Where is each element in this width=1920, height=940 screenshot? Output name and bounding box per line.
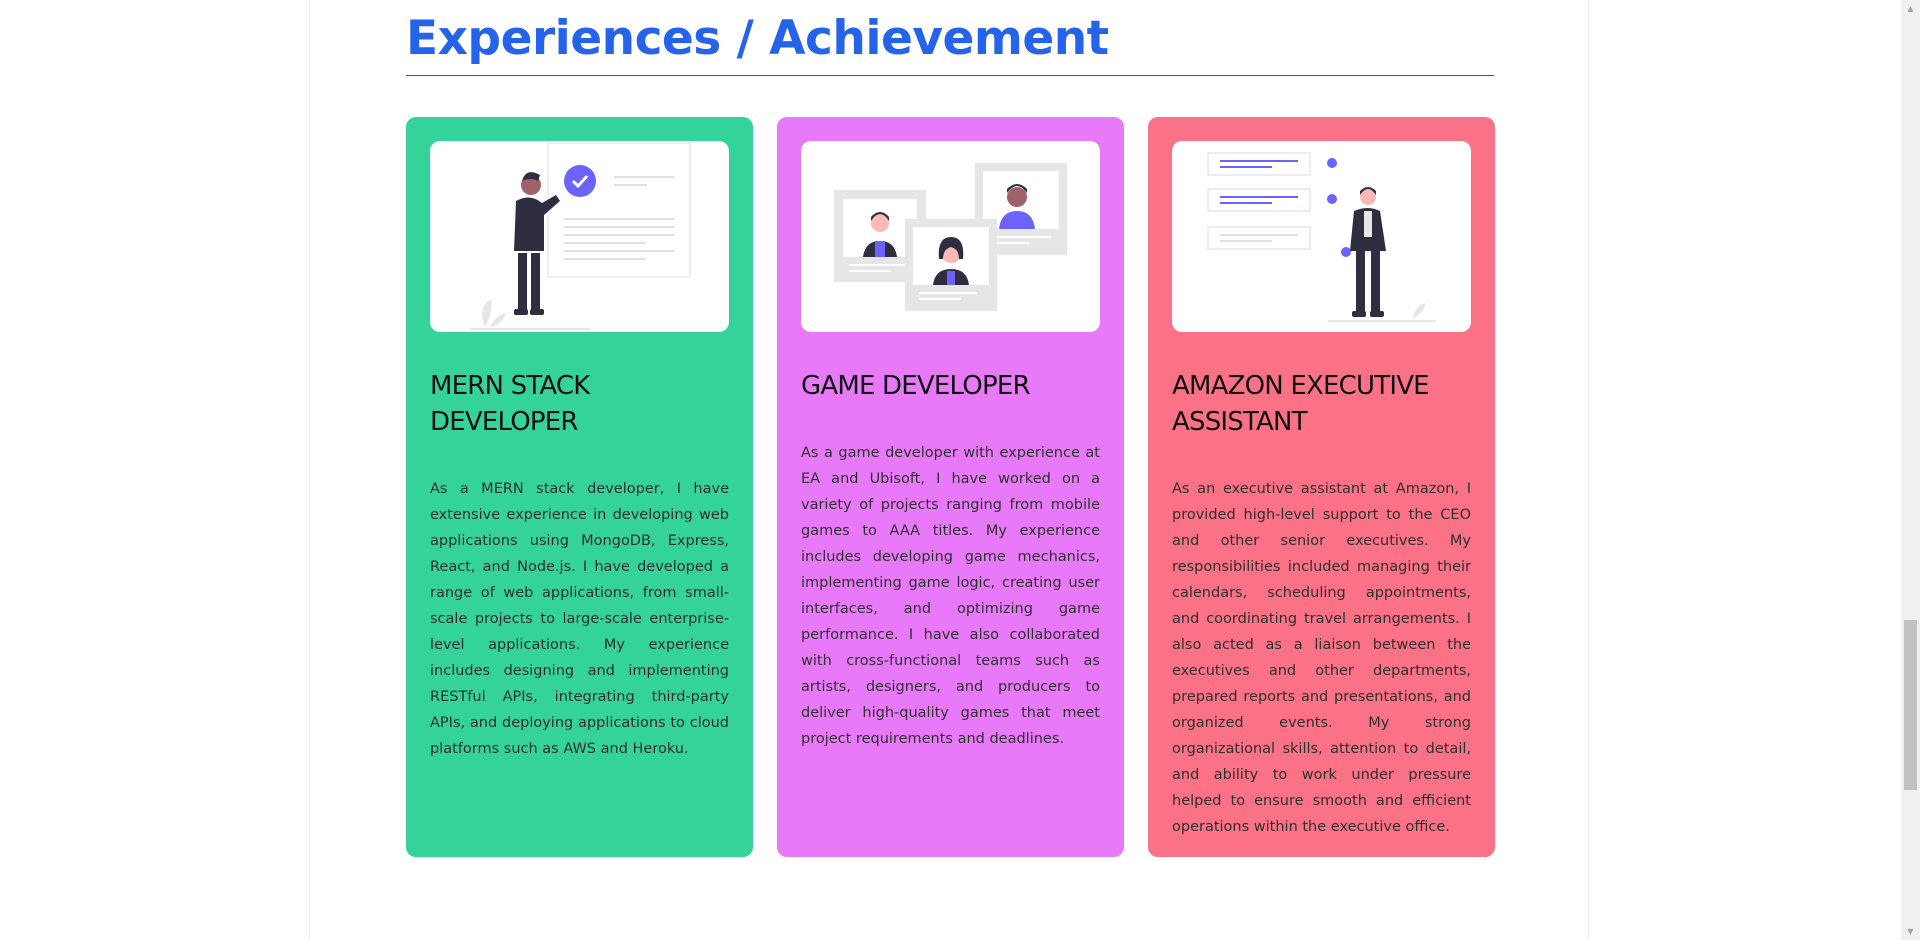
card-title: MERN STACK DEVELOPER [430,371,590,437]
card-description: As an executive assistant at Amazon, I p… [1172,481,1471,835]
title-divider [406,75,1494,76]
card-game-developer: GAME DEVELOPER As a game developer with … [777,117,1124,857]
scrollbar-thumb[interactable] [1904,620,1917,790]
team-profiles-illustration [801,141,1100,332]
person-with-task-list-illustration [1172,141,1471,332]
card-title: GAME DEVELOPER [801,371,1031,401]
scroll-up-arrow-icon[interactable]: ▲ [1901,0,1920,17]
vertical-scrollbar[interactable]: ▲ ▼ [1901,0,1920,940]
card-mern-stack-developer: MERN STACK DEVELOPER As a MERN stack dev… [406,117,753,857]
scroll-down-arrow-icon[interactable]: ▼ [1901,923,1920,940]
card-description: As a game developer with experience at E… [801,445,1100,747]
card-title: AMAZON EXECUTIVE ASSISTANT [1172,371,1430,437]
experience-cards: MERN STACK DEVELOPER As a MERN stack dev… [406,117,1495,857]
section-title: Experiences / Achievement [406,11,1109,66]
card-amazon-executive-assistant: AMAZON EXECUTIVE ASSISTANT As an executi… [1148,117,1495,857]
person-presenting-checklist-illustration [430,141,729,332]
card-description: As a MERN stack developer, I have extens… [430,481,729,757]
